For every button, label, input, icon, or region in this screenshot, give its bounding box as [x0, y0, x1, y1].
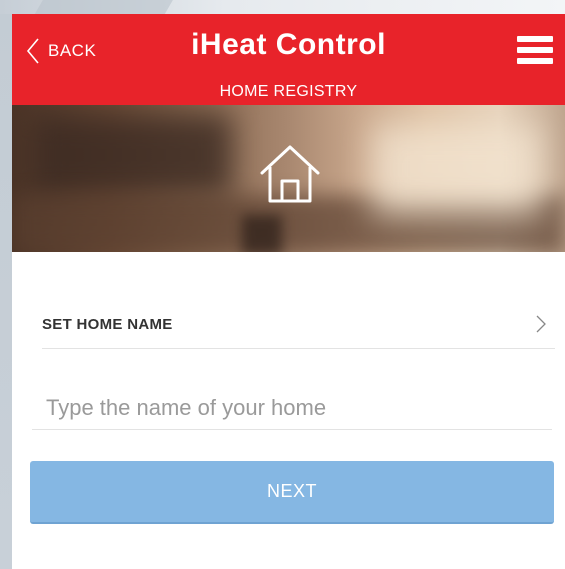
background-top	[0, 0, 565, 14]
set-home-name-label: SET HOME NAME	[42, 316, 173, 333]
section-divider	[42, 348, 555, 349]
hero-shade	[242, 215, 282, 252]
hamburger-line	[517, 47, 553, 53]
hero-banner	[12, 105, 565, 252]
hamburger-line	[517, 58, 553, 64]
menu-button[interactable]	[517, 36, 553, 64]
home-name-input[interactable]	[32, 386, 552, 430]
chevron-right-icon[interactable]	[535, 314, 547, 339]
background-left	[0, 0, 12, 569]
hero-light	[372, 125, 542, 215]
home-icon	[258, 143, 322, 210]
app-screen: BACK iHeat Control HOME REGISTRY SET HOM…	[12, 14, 565, 569]
hero-shade	[32, 115, 232, 195]
hamburger-menu-icon	[517, 36, 553, 42]
app-title: iHeat Control	[191, 28, 386, 61]
next-button[interactable]: NEXT	[30, 461, 554, 524]
page-subtitle: HOME REGISTRY	[219, 83, 358, 100]
header-bar: BACK iHeat Control HOME REGISTRY	[12, 14, 565, 105]
